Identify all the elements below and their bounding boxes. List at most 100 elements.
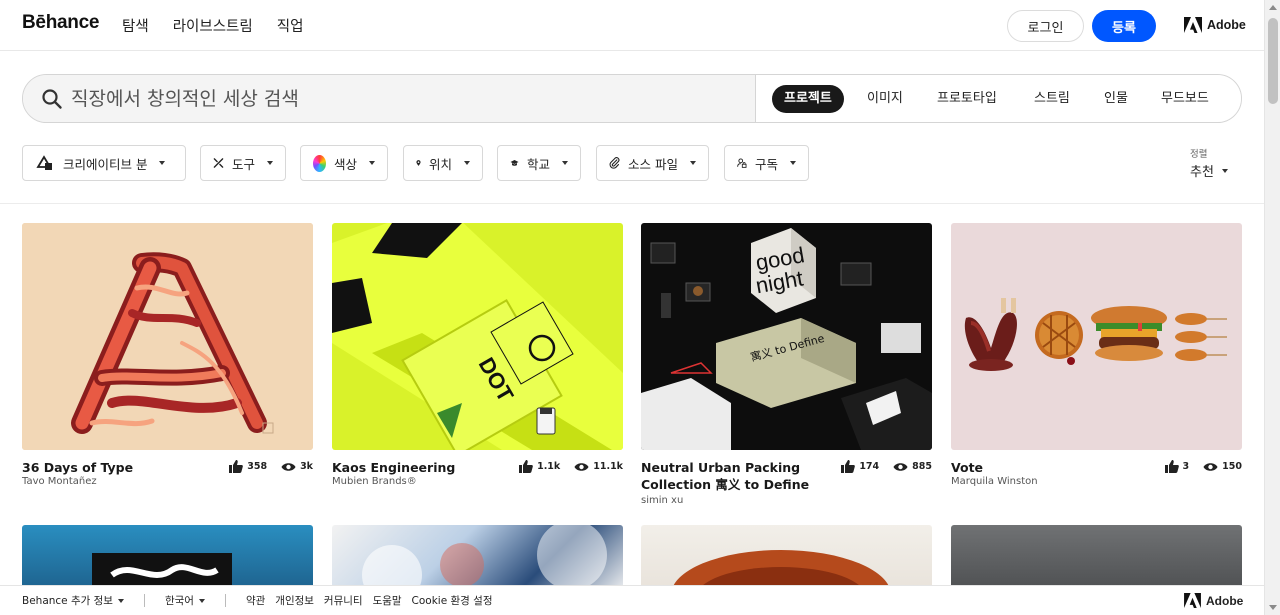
filter-label: 도구 xyxy=(231,156,255,172)
nav-jobs[interactable]: 직업 xyxy=(277,15,304,36)
language-dropdown[interactable]: 한국어 xyxy=(165,593,205,608)
scope-people[interactable]: 인물 xyxy=(1104,85,1128,113)
filter-creative-fields[interactable]: 크리에이티브 분 xyxy=(22,145,186,181)
subscription-icon xyxy=(737,158,747,168)
login-button[interactable]: 로그인 xyxy=(1007,10,1084,42)
footer-adobe-link[interactable]: Adobe xyxy=(1184,593,1243,608)
chevron-down-icon xyxy=(690,161,696,165)
scope-projects[interactable]: 프로젝트 xyxy=(772,85,844,113)
adobe-label: Adobe xyxy=(1207,18,1246,32)
footer-link-help[interactable]: 도움말 xyxy=(373,593,402,608)
project-thumbnail[interactable]: good night 寓义 to Define xyxy=(641,223,932,450)
view-count: 885 xyxy=(912,461,932,472)
footer-link-cookie-preferences[interactable]: Cookie 환경 설정 xyxy=(412,593,493,608)
search-icon xyxy=(42,89,62,109)
graduation-cap-icon xyxy=(510,160,519,166)
project-stats: 174 885 xyxy=(841,460,932,473)
chevron-down-icon xyxy=(267,161,273,165)
footer-link-terms[interactable]: 약관 xyxy=(246,593,265,608)
project-owner[interactable]: Marquila Winston xyxy=(951,476,1038,487)
chevron-down-icon xyxy=(198,599,205,603)
project-title-line2: Collection 寓义 to Define xyxy=(641,477,810,492)
scope-prototypes[interactable]: 프로토타입 xyxy=(937,85,997,113)
project-title[interactable]: Kaos Engineering xyxy=(332,459,455,476)
chevron-down-icon xyxy=(1221,168,1228,173)
thumbs-up-icon xyxy=(519,460,533,473)
main-nav: 탐색 라이브스트림 직업 xyxy=(122,15,303,36)
project-owner[interactable]: Mubien Brands® xyxy=(332,476,417,487)
footer-divider xyxy=(143,594,145,607)
footer-more-dropdown[interactable]: Behance 추가 정보 xyxy=(22,593,124,608)
scroll-up-icon[interactable] xyxy=(1269,5,1277,10)
nav-livestream[interactable]: 라이브스트림 xyxy=(173,15,253,36)
kaos-artwork: DOT xyxy=(332,223,623,450)
project-thumbnail[interactable]: DOT xyxy=(332,223,623,450)
chevron-down-icon xyxy=(790,161,796,165)
project-owner[interactable]: simin xu xyxy=(641,495,683,506)
thumbs-up-icon xyxy=(229,460,244,473)
project-stats: 3 150 xyxy=(1164,460,1242,473)
search-bar: 프로젝트 이미지 프로토타입 스트림 인물 무드보드 xyxy=(22,74,1242,123)
footer-link-community[interactable]: 커뮤니티 xyxy=(324,593,363,608)
scope-images[interactable]: 이미지 xyxy=(867,85,903,113)
chevron-down-icon xyxy=(369,161,375,165)
tools-icon xyxy=(213,158,224,168)
thumbs-up-icon xyxy=(841,460,856,473)
adobe-logo-icon xyxy=(1184,17,1202,33)
language-label: 한국어 xyxy=(164,595,194,607)
filter-source-files[interactable]: 소스 파일 xyxy=(596,145,709,181)
page-scrollbar[interactable] xyxy=(1264,0,1280,615)
adobe-link[interactable]: Adobe xyxy=(1184,17,1246,33)
sort-dropdown[interactable]: 추천 xyxy=(1190,161,1228,180)
sign-up-button[interactable]: 등록 xyxy=(1092,10,1156,42)
filter-location[interactable]: 위치 xyxy=(403,145,483,181)
chevron-down-icon xyxy=(464,161,470,165)
filter-color[interactable]: 색상 xyxy=(300,145,388,181)
filter-label: 소스 파일 xyxy=(628,156,678,172)
project-card: Vote Marquila Winston 3 150 xyxy=(951,223,1242,487)
project-title[interactable]: Vote xyxy=(951,459,983,476)
eye-icon xyxy=(281,462,296,471)
project-stats: 358 3k xyxy=(229,460,313,473)
project-stats: 1.1k 11.1k xyxy=(519,460,623,473)
project-owner[interactable]: Tavo Montañez xyxy=(22,476,97,487)
creative-fields-icon xyxy=(36,155,52,170)
filter-subscription[interactable]: 구독 xyxy=(724,145,809,181)
eye-icon xyxy=(893,462,908,471)
search-input[interactable] xyxy=(71,84,741,114)
scrollbar-thumb[interactable] xyxy=(1268,18,1278,104)
thumbs-up-icon xyxy=(1164,460,1179,473)
footer-divider xyxy=(224,594,226,607)
project-card: good night 寓义 to Define Neutral Urban Pa… xyxy=(641,223,932,506)
view-count: 150 xyxy=(1222,461,1242,472)
scroll-down-icon[interactable] xyxy=(1269,605,1277,610)
project-title[interactable]: Neutral Urban Packing Collection 寓义 to D… xyxy=(641,459,841,493)
filter-tools[interactable]: 도구 xyxy=(200,145,286,181)
project-thumbnail[interactable] xyxy=(22,223,313,450)
color-wheel-icon xyxy=(313,154,326,172)
chevron-down-icon xyxy=(159,161,166,165)
like-count: 1.1k xyxy=(537,461,561,472)
behance-logo[interactable]: Bēhance xyxy=(22,12,99,34)
footer-more-label: Behance 추가 정보 xyxy=(22,595,113,607)
packaging-artwork: good night 寓义 to Define xyxy=(641,223,932,450)
nav-explore[interactable]: 탐색 xyxy=(122,15,149,36)
footer-link-privacy[interactable]: 개인정보 xyxy=(275,593,314,608)
location-pin-icon xyxy=(416,160,421,166)
scope-streams[interactable]: 스트림 xyxy=(1034,85,1070,113)
footer: Behance 추가 정보 한국어 약관 개인정보 커뮤니티 도움말 Cooki… xyxy=(0,585,1264,615)
filter-label: 학교 xyxy=(526,156,550,172)
filter-label: 위치 xyxy=(428,156,452,172)
project-card: DOT Kaos Engineering Mubien Brands® 1.1k… xyxy=(332,223,623,487)
search-field-wrap xyxy=(23,75,755,122)
filter-school[interactable]: 학교 xyxy=(497,145,581,181)
scope-moodboards[interactable]: 무드보드 xyxy=(1161,85,1209,113)
project-title[interactable]: 36 Days of Type xyxy=(22,459,133,476)
project-card: 36 Days of Type Tavo Montañez 358 3k xyxy=(22,223,313,487)
behance-page: Bēhance 탐색 라이브스트림 직업 로그인 등록 Adobe 프로젝 xyxy=(0,0,1264,615)
project-thumbnail[interactable] xyxy=(951,223,1242,450)
paperclip-icon xyxy=(609,157,620,169)
eye-icon xyxy=(574,462,589,471)
footer-adobe-label: Adobe xyxy=(1206,593,1244,608)
chevron-down-icon xyxy=(562,161,568,165)
